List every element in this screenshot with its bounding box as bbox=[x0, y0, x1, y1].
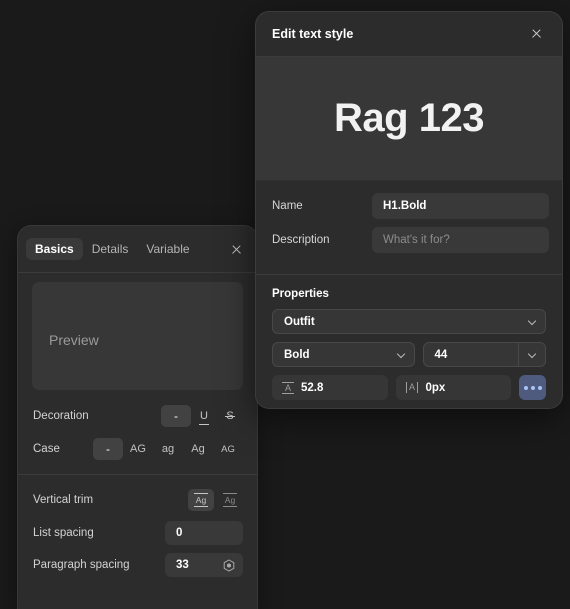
paragraph-spacing-input[interactable]: 33 bbox=[165, 553, 243, 577]
font-size-dropdown-button[interactable] bbox=[518, 343, 545, 366]
case-label: Case bbox=[33, 443, 60, 455]
letter-spacing-input[interactable]: A 0px bbox=[395, 375, 511, 400]
chevron-down-icon bbox=[397, 350, 406, 359]
chevron-down-icon bbox=[528, 350, 537, 359]
vertical-trim-option-standard[interactable]: Ag bbox=[188, 489, 214, 511]
paragraph-spacing-value: 33 bbox=[176, 559, 189, 571]
tab-details[interactable]: Details bbox=[83, 238, 138, 260]
row-vertical-trim: Vertical trim Ag Ag bbox=[18, 484, 257, 516]
decoration-options: - U S bbox=[161, 405, 243, 427]
font-family-select[interactable]: Outfit bbox=[272, 309, 546, 334]
properties-controls: Outfit Bold 44 A 52.8 A 0px bbox=[256, 309, 562, 400]
more-options-button[interactable] bbox=[519, 375, 546, 400]
metrics-row: A 52.8 A 0px bbox=[272, 375, 546, 400]
panel-close-button[interactable] bbox=[225, 238, 247, 260]
name-input[interactable] bbox=[372, 193, 549, 219]
close-icon bbox=[231, 244, 242, 255]
description-label: Description bbox=[272, 234, 330, 246]
case-option-smallcaps[interactable]: AG bbox=[213, 438, 243, 460]
dialog-close-button[interactable] bbox=[526, 23, 548, 45]
decoration-label: Decoration bbox=[33, 410, 89, 422]
ag-box-dim-icon: Ag bbox=[222, 492, 238, 507]
panel-tab-bar: Basics Details Variable bbox=[18, 233, 257, 265]
panel-header-divider bbox=[18, 272, 257, 273]
decoration-option-strikethrough[interactable]: S bbox=[217, 405, 243, 427]
tab-basics[interactable]: Basics bbox=[26, 238, 83, 260]
line-height-icon: A bbox=[282, 381, 294, 394]
vertical-trim-option-cap-height[interactable]: Ag bbox=[217, 489, 243, 511]
case-option-lowercase[interactable]: ag bbox=[153, 438, 183, 460]
description-input[interactable] bbox=[372, 227, 549, 253]
row-case: Case - AG ag Ag AG bbox=[18, 433, 257, 465]
font-weight-value: Bold bbox=[284, 348, 310, 361]
line-height-input[interactable]: A 52.8 bbox=[272, 375, 388, 400]
case-option-none[interactable]: - bbox=[93, 438, 123, 460]
decoration-option-underline[interactable]: U bbox=[191, 405, 217, 427]
case-option-titlecase[interactable]: Ag bbox=[183, 438, 213, 460]
name-label: Name bbox=[272, 200, 303, 212]
row-decoration: Decoration - U S bbox=[18, 400, 257, 432]
dot-icon bbox=[530, 385, 535, 390]
font-family-value: Outfit bbox=[284, 315, 315, 328]
letter-spacing-icon: A bbox=[406, 381, 419, 394]
underline-icon: U bbox=[199, 409, 209, 425]
tab-variable[interactable]: Variable bbox=[137, 238, 198, 260]
letter-spacing-value: 0px bbox=[425, 381, 446, 394]
case-options: - AG ag Ag AG bbox=[93, 438, 243, 460]
decoration-option-none[interactable]: - bbox=[161, 405, 191, 427]
font-size-control[interactable]: 44 bbox=[422, 342, 546, 367]
properties-section-title: Properties bbox=[272, 288, 329, 300]
list-spacing-label: List spacing bbox=[33, 527, 94, 539]
strikethrough-icon: S bbox=[224, 409, 236, 422]
edit-text-style-dialog: Edit text style Rag 123 Name Description… bbox=[256, 12, 562, 408]
list-spacing-value: 0 bbox=[176, 527, 183, 539]
dot-icon bbox=[537, 385, 542, 390]
dot-icon bbox=[523, 385, 528, 390]
vertical-trim-options: Ag Ag bbox=[188, 489, 243, 511]
preview-box[interactable]: Preview bbox=[32, 282, 243, 390]
line-height-value: 52.8 bbox=[301, 381, 324, 394]
name-field-row: Name bbox=[256, 189, 562, 223]
list-spacing-input[interactable]: 0 bbox=[165, 521, 243, 545]
vertical-trim-label: Vertical trim bbox=[33, 494, 94, 506]
close-icon bbox=[531, 28, 544, 41]
dialog-header: Edit text style bbox=[256, 12, 562, 57]
preview-placeholder-label: Preview bbox=[49, 332, 99, 348]
variable-hexagon-icon[interactable] bbox=[223, 558, 235, 572]
style-preview-area: Rag 123 bbox=[256, 57, 562, 181]
row-paragraph-spacing: Paragraph spacing 33 bbox=[18, 549, 257, 581]
text-properties-panel: Basics Details Variable Preview Decorati… bbox=[18, 226, 257, 609]
row-list-spacing: List spacing 0 bbox=[18, 517, 257, 549]
font-weight-select[interactable]: Bold bbox=[272, 342, 415, 367]
ag-box-icon: Ag bbox=[193, 492, 209, 507]
panel-section-divider bbox=[18, 474, 257, 475]
dialog-title: Edit text style bbox=[272, 27, 354, 41]
font-size-value: 44 bbox=[434, 348, 448, 361]
app-root: Basics Details Variable Preview Decorati… bbox=[0, 0, 570, 609]
style-preview-text: Rag 123 bbox=[334, 96, 484, 140]
description-field-row: Description bbox=[256, 223, 562, 257]
paragraph-spacing-label: Paragraph spacing bbox=[33, 559, 130, 571]
chevron-down-icon bbox=[528, 317, 537, 326]
weight-size-row: Bold 44 bbox=[272, 342, 546, 367]
case-option-uppercase[interactable]: AG bbox=[123, 438, 153, 460]
